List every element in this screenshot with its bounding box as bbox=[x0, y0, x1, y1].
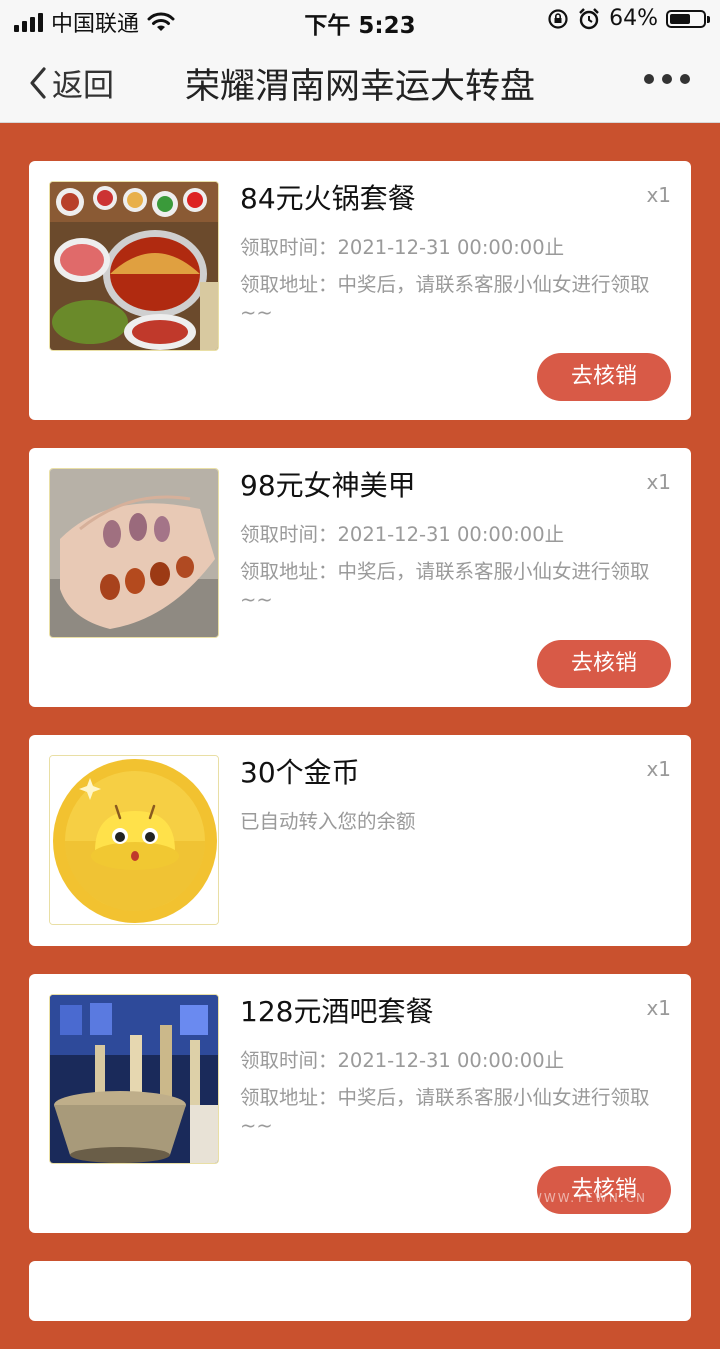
prize-quantity: x1 bbox=[646, 470, 671, 494]
claim-address: 领取地址：中奖后，请联系客服小仙女进行领取~~ bbox=[240, 273, 650, 324]
prize-quantity: x1 bbox=[646, 757, 671, 781]
battery-icon bbox=[666, 9, 710, 28]
more-dots-icon[interactable] bbox=[644, 74, 690, 84]
prize-title: 84元火锅套餐 bbox=[240, 182, 416, 215]
prize-card: 98元女神美甲 x1 领取时间：2021-12-31 00:00:00止 领取地… bbox=[29, 448, 691, 707]
battery-percent: 64% bbox=[609, 6, 658, 31]
prize-list: 84元火锅套餐 x1 领取时间：2021-12-31 00:00:00止 领取地… bbox=[29, 161, 691, 1349]
prize-card bbox=[29, 1261, 691, 1321]
page-title: 荣耀渭南网幸运大转盘 bbox=[184, 67, 535, 107]
status-right: 64% bbox=[547, 6, 710, 31]
nav-bar: 返回 荣耀渭南网幸运大转盘 bbox=[0, 40, 720, 123]
manicure-image bbox=[49, 468, 219, 638]
claim-time: 领取时间：2021-12-31 00:00:00止 bbox=[240, 236, 565, 259]
alarm-icon bbox=[579, 7, 599, 29]
prize-card: 84元火锅套餐 x1 领取时间：2021-12-31 00:00:00止 领取地… bbox=[29, 161, 691, 420]
prize-quantity: x1 bbox=[646, 183, 671, 207]
gold-coin-image bbox=[49, 755, 219, 925]
claim-address: 领取地址：中奖后，请联系客服小仙女进行领取~~ bbox=[240, 560, 650, 611]
status-bar: 中国联通 下午 5:23 64% bbox=[0, 0, 720, 40]
claim-time: 领取时间：2021-12-31 00:00:00止 bbox=[240, 1049, 565, 1072]
prize-card: 30个金币 x1 已自动转入您的余额 bbox=[29, 735, 691, 946]
prize-card: 128元酒吧套餐 x1 领取时间：2021-12-31 00:00:00止 领取… bbox=[29, 974, 691, 1233]
claim-time: 领取时间：2021-12-31 00:00:00止 bbox=[240, 523, 565, 546]
prize-title: 128元酒吧套餐 bbox=[240, 995, 434, 1028]
claim-address: 领取地址：中奖后，请联系客服小仙女进行领取~~ bbox=[240, 1086, 650, 1137]
prize-title: 30个金币 bbox=[240, 756, 360, 789]
redeem-button[interactable]: 去核销 bbox=[537, 1166, 671, 1214]
prize-quantity: x1 bbox=[646, 996, 671, 1020]
rotation-lock-icon bbox=[548, 8, 568, 29]
prize-title: 98元女神美甲 bbox=[240, 469, 416, 502]
redeem-button[interactable]: 去核销 bbox=[537, 640, 671, 688]
redeem-button[interactable]: 去核销 bbox=[537, 353, 671, 401]
watermark: WWW.YEWN.CN bbox=[530, 1191, 647, 1205]
prize-note: 已自动转入您的余额 bbox=[240, 810, 416, 833]
hotpot-image bbox=[49, 181, 219, 351]
bar-drinks-image bbox=[49, 994, 219, 1164]
